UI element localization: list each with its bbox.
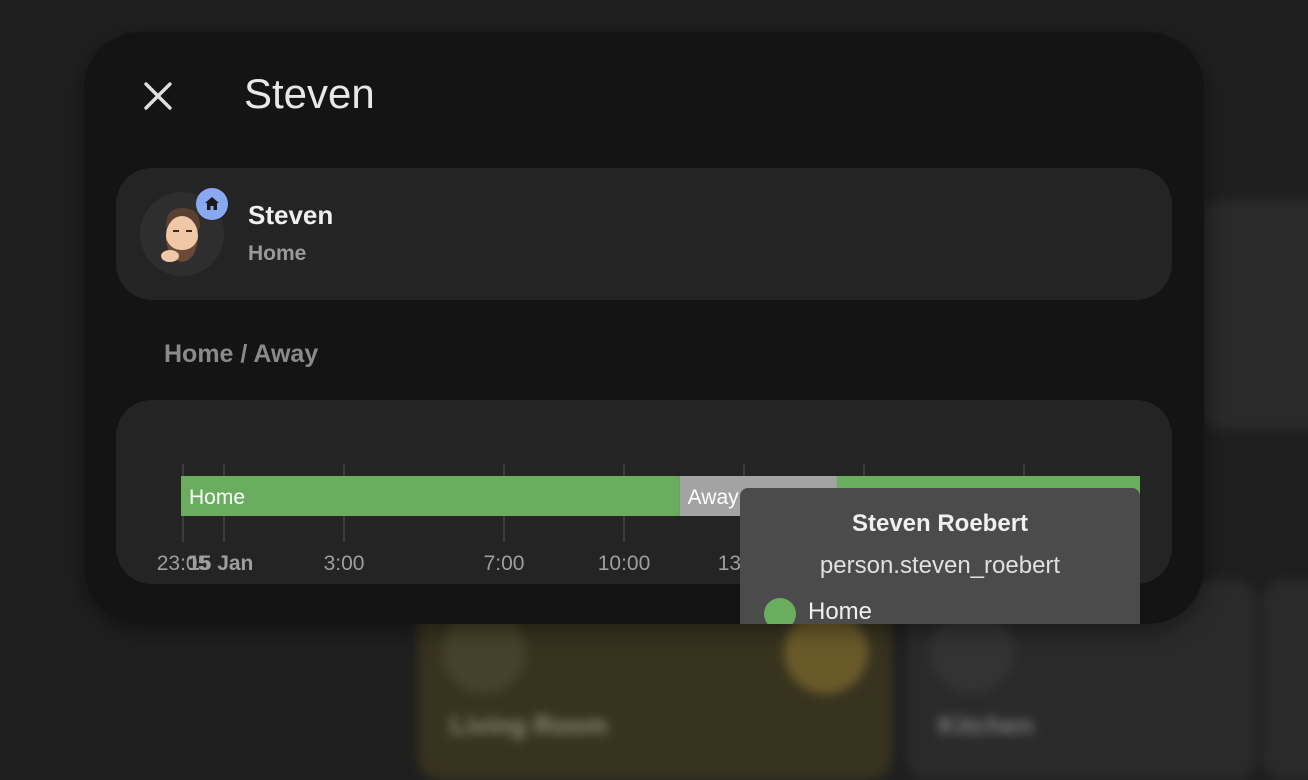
home-badge [196,188,228,220]
timeline-tick-label: 10:00 [598,552,651,575]
bg-card-label: Living Room [450,710,608,740]
tooltip-title: Steven Roebert [851,510,1029,537]
dialog-title: Steven [244,70,375,117]
tooltip-state: Home [808,598,873,624]
person-state: Home [248,242,307,265]
home-icon [205,197,219,210]
tooltip-entity-id: person.steven_roebert [819,552,1061,579]
timeline-tick-label: 7:00 [484,552,525,575]
person-card[interactable]: Steven Home [116,168,1172,300]
more-info-dialog: Steven Steven Home Home / Away Home Away… [84,32,1204,624]
timeline-segment-home[interactable] [181,476,680,516]
timeline-segment-label: Home [189,486,245,509]
bg-card-top-right [1200,200,1308,430]
close-button[interactable] [136,74,180,118]
tooltip-state-dot [764,598,796,624]
timeline-tick-label: 15 Jan [188,552,253,575]
person-name: Steven [248,200,334,230]
bg-card-label: Kitchen [938,710,1034,740]
bg-card-right [1262,580,1308,780]
timeline-tick-label: 3:00 [324,552,365,575]
history-tooltip: Steven Roebert person.steven_roebert Hom… [740,488,1140,624]
timeline-segment-label: Away [688,486,739,509]
history-section-title: Home / Away [164,340,319,368]
close-icon [144,82,172,110]
